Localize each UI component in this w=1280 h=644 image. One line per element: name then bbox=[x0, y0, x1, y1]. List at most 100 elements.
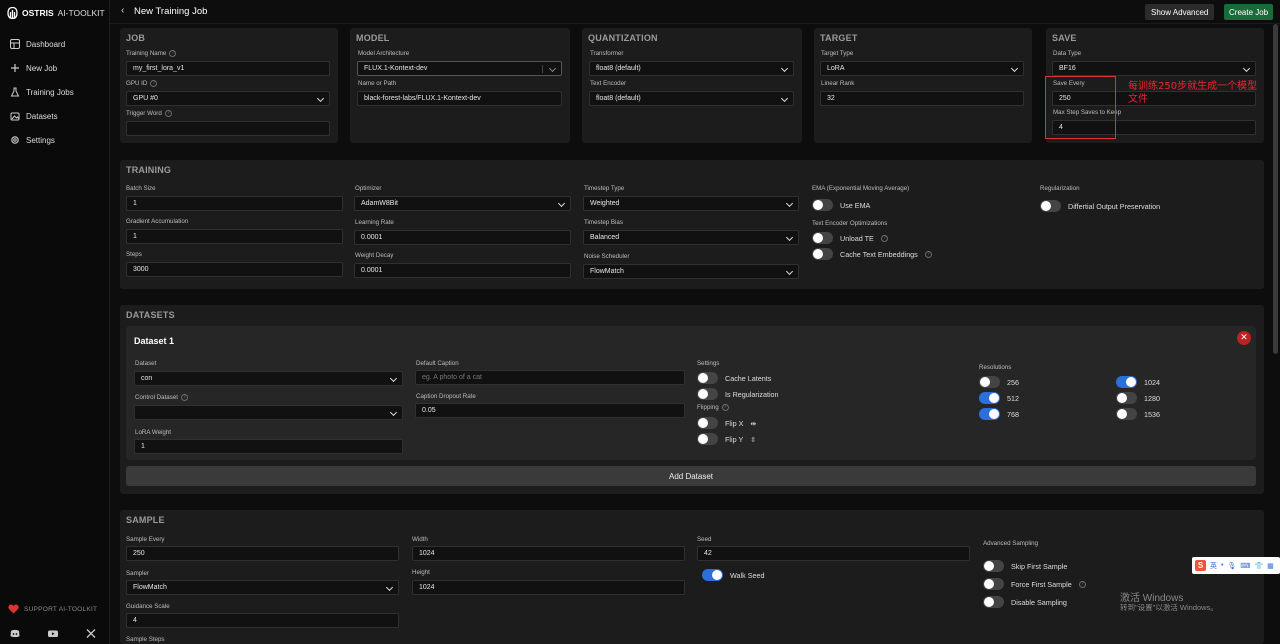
skin-icon[interactable]: 👕 bbox=[1254, 562, 1263, 570]
resolution-1536-toggle[interactable]: 1536 bbox=[1116, 408, 1160, 420]
is-regularization-toggle[interactable]: Is Regularization bbox=[697, 388, 779, 400]
disable-sampling-toggle[interactable]: Disable Sampling bbox=[983, 596, 1067, 608]
ime-toolbar[interactable]: S 英 • 🎙 ⌨ 👕 ▦ bbox=[1192, 557, 1280, 574]
seed-input[interactable]: 42 bbox=[697, 546, 970, 561]
page-scrollbar[interactable] bbox=[1273, 24, 1278, 354]
toggle-switch[interactable] bbox=[812, 248, 833, 260]
text-encoder-select[interactable]: float8 (default) bbox=[589, 91, 794, 106]
brand-logo[interactable]: OSTRIS AI-TOOLKIT bbox=[7, 6, 105, 19]
toggle-switch[interactable] bbox=[1116, 392, 1137, 404]
toggle-switch[interactable] bbox=[697, 388, 718, 400]
x-icon[interactable] bbox=[86, 629, 96, 638]
show-advanced-button[interactable]: Show Advanced bbox=[1145, 4, 1215, 20]
punctuation-icon[interactable]: • bbox=[1221, 562, 1223, 569]
walk-seed-toggle[interactable]: Walk Seed bbox=[702, 569, 765, 581]
data-type-select[interactable]: BF16 bbox=[1052, 61, 1256, 76]
youtube-icon[interactable] bbox=[48, 629, 58, 638]
timestep-bias-select[interactable]: Balanced bbox=[583, 230, 799, 245]
toggle-switch[interactable] bbox=[697, 417, 718, 429]
cache-text-embeddings-toggle[interactable]: Cache Text Embeddings? bbox=[812, 248, 932, 260]
learning-rate-input[interactable]: 0.0001 bbox=[354, 230, 571, 245]
remove-dataset-icon[interactable]: ✕ bbox=[1237, 331, 1251, 345]
help-icon[interactable]: ? bbox=[164, 110, 172, 117]
sidebar-item-training-jobs[interactable]: Training Jobs bbox=[10, 84, 105, 100]
gradient-accumulation-input[interactable]: 1 bbox=[126, 229, 343, 244]
use-ema-toggle[interactable]: Use EMA bbox=[812, 199, 870, 211]
sidebar-item-settings[interactable]: Settings bbox=[10, 132, 105, 148]
gpu-id-select[interactable]: GPU #0 bbox=[126, 91, 330, 106]
toggle-switch[interactable] bbox=[1116, 408, 1137, 420]
help-icon[interactable]: ? bbox=[880, 234, 888, 242]
name-or-path-input[interactable]: black-forest-labs/FLUX.1-Kontext-dev bbox=[357, 91, 562, 106]
toggle-label: Walk Seed bbox=[730, 570, 765, 580]
sidebar-item-dashboard[interactable]: Dashboard bbox=[10, 36, 105, 52]
create-job-button[interactable]: Create Job bbox=[1224, 4, 1274, 20]
discord-icon[interactable] bbox=[10, 629, 20, 638]
optimizer-label: Optimizer bbox=[355, 185, 382, 192]
height-input[interactable]: 1024 bbox=[412, 580, 685, 595]
toggle-switch[interactable] bbox=[979, 392, 1000, 404]
add-dataset-button[interactable]: Add Dataset bbox=[126, 466, 1256, 486]
linear-rank-input[interactable]: 32 bbox=[820, 91, 1024, 106]
resolution-1280-toggle[interactable]: 1280 bbox=[1116, 392, 1160, 404]
timestep-type-select[interactable]: Weighted bbox=[583, 196, 799, 211]
toggle-switch[interactable] bbox=[697, 372, 718, 384]
toggle-switch[interactable] bbox=[979, 408, 1000, 420]
width-input[interactable]: 1024 bbox=[412, 546, 685, 561]
default-caption-input[interactable]: eg. A photo of a cat bbox=[415, 370, 685, 385]
toggle-switch[interactable] bbox=[812, 232, 833, 244]
ime-language[interactable]: 英 bbox=[1210, 561, 1217, 571]
sample-every-input[interactable]: 250 bbox=[126, 546, 399, 561]
resolution-256-toggle[interactable]: 256 bbox=[979, 376, 1019, 388]
training-name-input[interactable]: my_first_lora_v1 bbox=[126, 61, 330, 76]
toggle-switch[interactable] bbox=[983, 578, 1004, 590]
weight-decay-input[interactable]: 0.0001 bbox=[354, 263, 571, 278]
cache-latents-toggle[interactable]: Cache Latents bbox=[697, 372, 771, 384]
skip-first-sample-toggle[interactable]: Skip First Sample bbox=[983, 560, 1067, 572]
resolution-1024-toggle[interactable]: 1024 bbox=[1116, 376, 1160, 388]
help-icon[interactable]: ? bbox=[924, 250, 932, 258]
back-chevron-icon[interactable]: ‹ bbox=[121, 5, 124, 16]
toggle-switch[interactable] bbox=[702, 569, 723, 581]
trigger-word-input[interactable] bbox=[126, 121, 330, 136]
toggle-switch[interactable] bbox=[979, 376, 1000, 388]
help-icon[interactable]: ? bbox=[181, 394, 188, 401]
keyboard-icon[interactable]: ⌨ bbox=[1240, 562, 1250, 570]
noise-scheduler-select[interactable]: FlowMatch bbox=[583, 264, 799, 279]
toggle-switch[interactable] bbox=[983, 596, 1004, 608]
flip-x-toggle[interactable]: Flip X ⇹ bbox=[697, 417, 756, 429]
steps-input[interactable]: 3000 bbox=[126, 262, 343, 277]
optimizer-select[interactable]: AdamW8Bit bbox=[354, 196, 571, 211]
toggle-switch[interactable] bbox=[812, 199, 833, 211]
microphone-icon[interactable]: 🎙 bbox=[1227, 562, 1236, 570]
toggle-switch[interactable] bbox=[1116, 376, 1137, 388]
support-link[interactable]: SUPPORT AI-TOOLKIT bbox=[8, 604, 97, 614]
model-architecture-select[interactable]: FLUX.1-Kontext-dev bbox=[357, 61, 562, 76]
toggle-switch[interactable] bbox=[697, 433, 718, 445]
force-first-sample-toggle[interactable]: Force First Sample? bbox=[983, 578, 1086, 590]
resolution-768-toggle[interactable]: 768 bbox=[979, 408, 1019, 420]
dataset-select[interactable]: con bbox=[134, 371, 403, 386]
help-icon[interactable]: ? bbox=[150, 80, 158, 87]
sidebar-item-datasets[interactable]: Datasets bbox=[10, 108, 105, 124]
lora-weight-input[interactable]: 1 bbox=[134, 439, 403, 454]
sampler-select[interactable]: FlowMatch bbox=[126, 580, 399, 595]
unload-te-toggle[interactable]: Unload TE? bbox=[812, 232, 888, 244]
flip-y-toggle[interactable]: Flip Y ⇳ bbox=[697, 433, 756, 445]
help-icon[interactable]: ? bbox=[169, 50, 177, 57]
control-dataset-select[interactable] bbox=[134, 405, 403, 420]
transformer-select[interactable]: float8 (default) bbox=[589, 61, 794, 76]
guidance-scale-input[interactable]: 4 bbox=[126, 613, 399, 628]
batch-size-input[interactable]: 1 bbox=[126, 196, 343, 211]
toggle-switch[interactable] bbox=[1040, 200, 1061, 212]
toggle-switch[interactable] bbox=[983, 560, 1004, 572]
caption-dropout-input[interactable]: 0.05 bbox=[415, 403, 685, 418]
help-icon[interactable]: ? bbox=[721, 404, 729, 411]
quantization-title: QUANTIZATION bbox=[588, 33, 658, 43]
help-icon[interactable]: ? bbox=[1078, 580, 1086, 588]
grid-menu-icon[interactable]: ▦ bbox=[1267, 562, 1274, 570]
sidebar-item-new-job[interactable]: New Job bbox=[10, 60, 105, 76]
target-type-select[interactable]: LoRA bbox=[820, 61, 1024, 76]
differential-output-preservation-toggle[interactable]: Differtial Output Preservation bbox=[1040, 200, 1160, 212]
resolution-512-toggle[interactable]: 512 bbox=[979, 392, 1019, 404]
